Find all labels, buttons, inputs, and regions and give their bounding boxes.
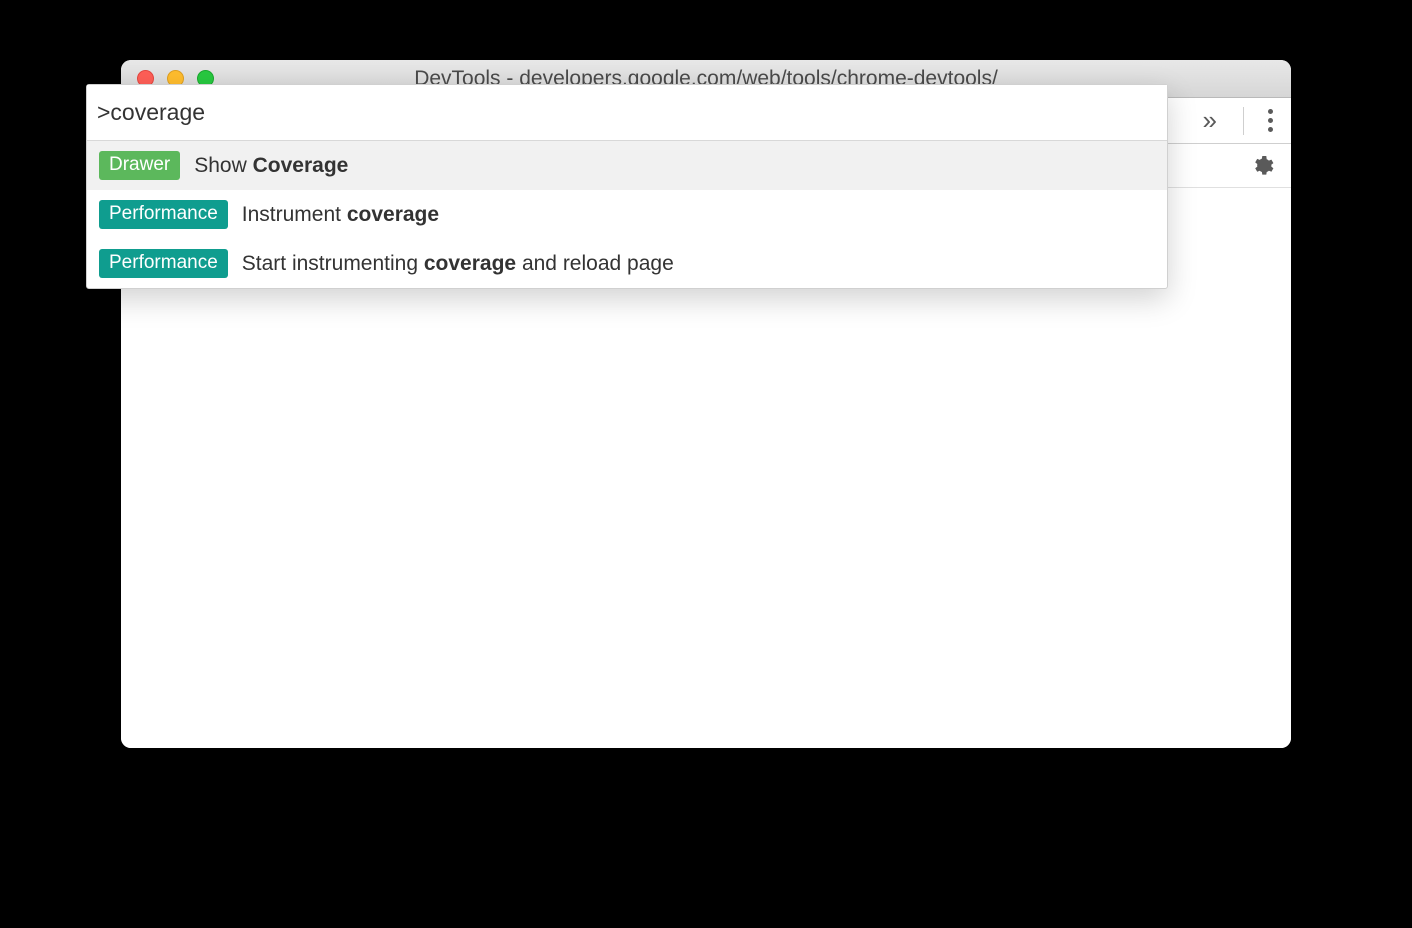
console-settings-icon[interactable] <box>1245 149 1279 183</box>
command-badge: Drawer <box>121 151 180 180</box>
command-label: Show Coverage <box>194 154 348 178</box>
command-menu-item[interactable]: Performance Instrument coverage <box>121 190 1167 239</box>
command-menu-item[interactable]: Drawer Show Coverage <box>121 141 1167 190</box>
command-menu-item[interactable]: Performance Start instrumenting coverage … <box>121 239 1167 288</box>
command-label: Start instrumenting coverage and reload … <box>242 252 674 276</box>
command-badge: Performance <box>121 200 228 229</box>
command-badge: Performance <box>121 249 228 278</box>
devtools-window: DevTools - developers.google.com/web/too… <box>121 60 1291 748</box>
kebab-menu-icon[interactable] <box>1268 109 1273 132</box>
more-tabs-icon[interactable]: » <box>1203 105 1217 136</box>
toolbar-separator <box>1243 107 1244 135</box>
command-label: Instrument coverage <box>242 203 439 227</box>
command-menu-list: Drawer Show Coverage Performance Instrument… <box>121 141 1167 288</box>
command-menu: Drawer Show Coverage Performance Instrument… <box>121 84 1168 289</box>
command-menu-input[interactable] <box>121 85 1167 141</box>
